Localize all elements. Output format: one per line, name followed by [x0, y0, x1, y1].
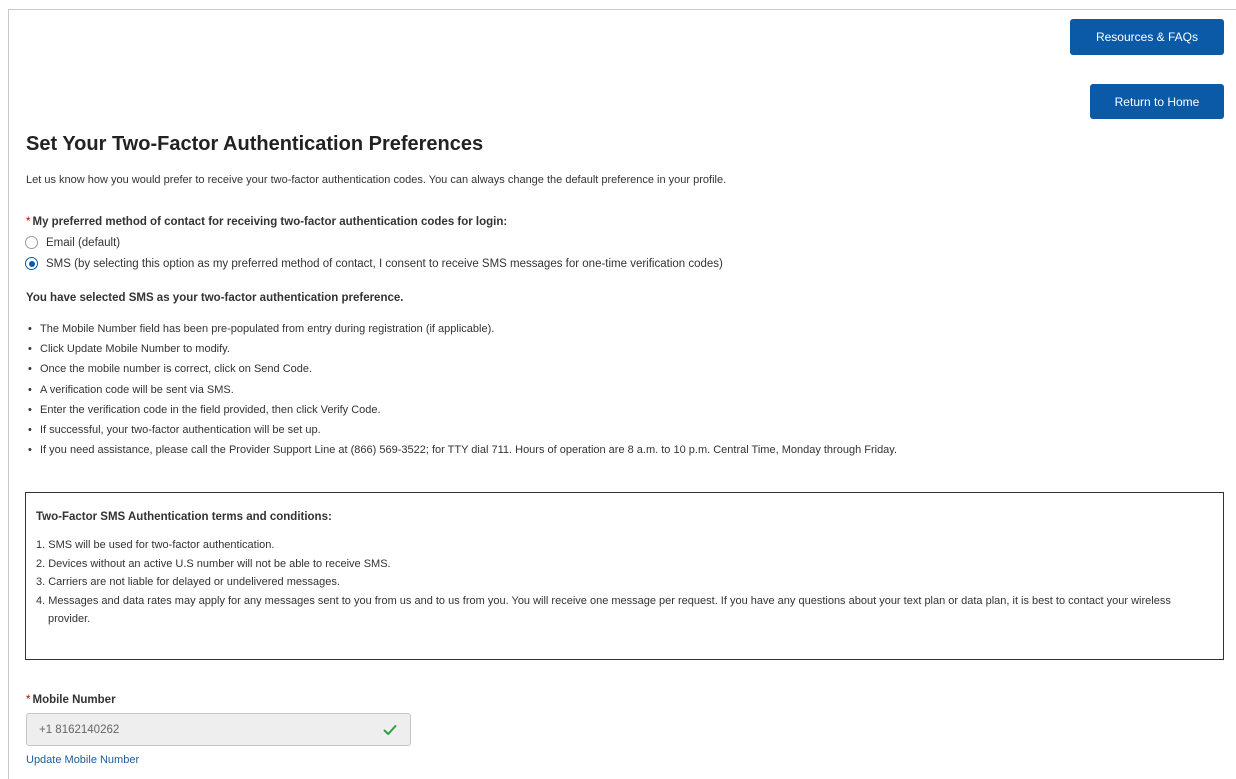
required-asterisk: * [26, 216, 31, 228]
sms-option-label: SMS (by selecting this option as my pref… [46, 257, 723, 270]
required-asterisk: * [26, 694, 31, 706]
email-option[interactable]: Email (default) [25, 236, 120, 249]
terms-item: 4. Messages and data rates may apply for… [36, 594, 1171, 626]
sms-option[interactable]: SMS (by selecting this option as my pref… [25, 257, 723, 270]
selected-preference-note: You have selected SMS as your two-factor… [26, 292, 404, 304]
instructions-list: The Mobile Number field has been pre-pop… [26, 322, 897, 463]
instruction-item: If successful, your two-factor authentic… [26, 423, 897, 443]
email-option-label: Email (default) [46, 236, 121, 249]
terms-title: Two-Factor SMS Authentication terms and … [36, 511, 332, 523]
email-radio[interactable] [25, 236, 38, 249]
terms-box: Two-Factor SMS Authentication terms and … [25, 492, 1224, 660]
terms-item: 2. Devices without an active U.S number … [36, 557, 391, 570]
sms-radio[interactable] [25, 257, 38, 270]
mobile-number-label: * Mobile Number [26, 694, 116, 706]
instruction-item: The Mobile Number field has been pre-pop… [26, 322, 897, 342]
check-icon [383, 725, 397, 735]
instruction-item: A verification code will be sent via SMS… [26, 383, 897, 403]
update-mobile-number-link[interactable]: Update Mobile Number [26, 754, 139, 766]
mobile-number-input[interactable] [27, 722, 371, 737]
resources-faqs-button[interactable]: Resources & FAQs [1070, 19, 1224, 55]
terms-item: 1. SMS will be used for two-factor authe… [36, 539, 275, 551]
mobile-number-field[interactable] [26, 713, 411, 746]
preference-question: * My preferred method of contact for rece… [26, 216, 507, 228]
instruction-item: Click Update Mobile Number to modify. [26, 342, 897, 362]
instruction-item: If you need assistance, please call the … [26, 443, 897, 463]
return-to-home-button[interactable]: Return to Home [1090, 84, 1224, 119]
intro-text: Let us know how you would prefer to rece… [26, 174, 727, 186]
preference-question-label: My preferred method of contact for recei… [32, 216, 508, 228]
instruction-item: Enter the verification code in the field… [26, 403, 897, 423]
page-title: Set Your Two-Factor Authentication Prefe… [26, 133, 484, 155]
terms-item: 3. Carriers are not liable for delayed o… [36, 576, 340, 588]
instruction-item: Once the mobile number is correct, click… [26, 362, 897, 382]
terms-list: 1. SMS will be used for two-factor authe… [36, 536, 1206, 629]
mobile-number-label-text: Mobile Number [32, 694, 116, 706]
